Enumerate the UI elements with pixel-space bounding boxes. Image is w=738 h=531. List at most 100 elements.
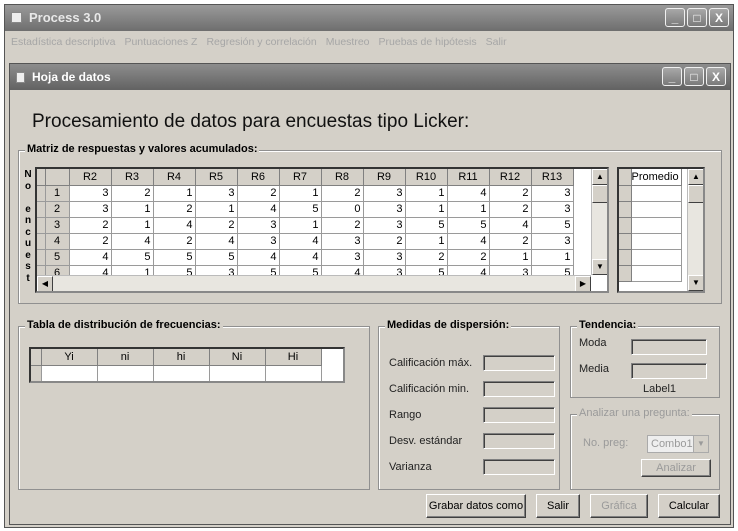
row-selector[interactable]: [37, 201, 46, 218]
analyze-button[interactable]: Analizar: [641, 459, 711, 477]
matrix-cell[interactable]: 1: [447, 201, 490, 218]
matrix-cell[interactable]: 2: [321, 185, 364, 202]
matrix-cell[interactable]: 4: [447, 233, 490, 250]
matrix-cell[interactable]: 5: [531, 217, 574, 234]
matrix-cell[interactable]: 4: [69, 249, 112, 266]
matrix-cell[interactable]: 2: [153, 201, 196, 218]
moda-field[interactable]: [631, 339, 707, 355]
variance-field[interactable]: [483, 459, 555, 475]
response-matrix-grid[interactable]: R2 R3 R4 R5 R6 R7 R8 R9 R10 R11 R12 R13: [35, 167, 609, 293]
matrix-cell[interactable]: 3: [321, 249, 364, 266]
menu-item-salir[interactable]: Salir: [486, 36, 507, 48]
matrix-cell[interactable]: 3: [363, 217, 406, 234]
column-header[interactable]: R11: [447, 169, 490, 186]
average-grid[interactable]: Promedio ▲ ▼: [617, 167, 705, 293]
matrix-cell[interactable]: 4: [447, 185, 490, 202]
chevron-down-icon[interactable]: ▼: [693, 436, 708, 452]
matrix-cell[interactable]: 1: [195, 201, 238, 218]
row-number[interactable]: 1: [45, 185, 70, 202]
matrix-cell[interactable]: 5: [195, 249, 238, 266]
average-row-selector[interactable]: [619, 217, 632, 234]
matrix-cell[interactable]: 4: [111, 233, 154, 250]
matrix-cell[interactable]: 3: [321, 233, 364, 250]
row-selector[interactable]: [37, 249, 46, 266]
matrix-cell[interactable]: 4: [279, 233, 322, 250]
column-header[interactable]: R10: [405, 169, 448, 186]
max-score-field[interactable]: [483, 355, 555, 371]
average-vertical-scrollbar[interactable]: ▲ ▼: [687, 169, 703, 291]
matrix-cell[interactable]: 4: [153, 217, 196, 234]
menu-item-regresion[interactable]: Regresión y correlación: [206, 36, 316, 48]
menu-item-pruebas[interactable]: Pruebas de hipótesis: [379, 36, 477, 48]
column-header[interactable]: R9: [363, 169, 406, 186]
matrix-cell[interactable]: 1: [279, 185, 322, 202]
matrix-cell[interactable]: 2: [69, 233, 112, 250]
matrix-cell[interactable]: 5: [279, 201, 322, 218]
frequency-table[interactable]: Yi ni hi Ni Hi: [29, 347, 345, 383]
matrix-cell[interactable]: 3: [237, 233, 280, 250]
child-minimize-button[interactable]: _: [662, 67, 682, 86]
matrix-cell[interactable]: 1: [405, 233, 448, 250]
matrix-cell[interactable]: 5: [153, 249, 196, 266]
matrix-cell[interactable]: 1: [111, 201, 154, 218]
scroll-left-icon[interactable]: ◀: [37, 276, 53, 291]
row-selector[interactable]: [37, 217, 46, 234]
column-header[interactable]: R2: [69, 169, 112, 186]
exit-button[interactable]: Salir: [536, 494, 580, 518]
average-row-selector[interactable]: [619, 201, 632, 218]
column-header[interactable]: R4: [153, 169, 196, 186]
matrix-cell[interactable]: 2: [489, 233, 532, 250]
average-cell[interactable]: [631, 185, 682, 202]
matrix-cell[interactable]: 2: [111, 185, 154, 202]
average-scroll-down-icon[interactable]: ▼: [688, 275, 703, 291]
row-number[interactable]: 3: [45, 217, 70, 234]
matrix-cell[interactable]: 3: [531, 185, 574, 202]
average-row-selector[interactable]: [619, 265, 632, 282]
save-data-button[interactable]: Grabar datos como: [426, 494, 526, 518]
average-cell[interactable]: [631, 233, 682, 250]
matrix-cell[interactable]: 2: [489, 185, 532, 202]
matrix-cell[interactable]: 1: [489, 249, 532, 266]
scroll-up-icon[interactable]: ▲: [592, 169, 607, 185]
matrix-cell[interactable]: 3: [363, 185, 406, 202]
media-field[interactable]: [631, 363, 707, 379]
matrix-cell[interactable]: 2: [153, 233, 196, 250]
maximize-button[interactable]: □: [687, 8, 707, 27]
matrix-cell[interactable]: 1: [531, 249, 574, 266]
matrix-horizontal-scrollbar[interactable]: ◀ ▶: [37, 275, 591, 291]
child-maximize-button[interactable]: □: [684, 67, 704, 86]
average-cell[interactable]: [631, 201, 682, 218]
average-column-header[interactable]: Promedio: [631, 169, 682, 186]
average-scroll-thumb[interactable]: [688, 185, 703, 203]
column-header[interactable]: R6: [237, 169, 280, 186]
frequency-cell[interactable]: [209, 365, 266, 381]
range-field[interactable]: [483, 407, 555, 423]
matrix-cell[interactable]: 3: [195, 185, 238, 202]
chart-button[interactable]: Gráfica: [590, 494, 648, 518]
matrix-cell[interactable]: 4: [489, 217, 532, 234]
column-header[interactable]: R7: [279, 169, 322, 186]
scroll-down-icon[interactable]: ▼: [592, 259, 607, 275]
menu-item-estadistica[interactable]: Estadística descriptiva: [11, 36, 115, 48]
matrix-cell[interactable]: 1: [153, 185, 196, 202]
row-selector[interactable]: [37, 233, 46, 250]
matrix-cell[interactable]: 2: [321, 217, 364, 234]
matrix-cell[interactable]: 2: [363, 233, 406, 250]
matrix-cell[interactable]: 0: [321, 201, 364, 218]
matrix-cell[interactable]: 1: [279, 217, 322, 234]
average-row-selector[interactable]: [619, 233, 632, 250]
average-cell[interactable]: [631, 217, 682, 234]
row-number[interactable]: 2: [45, 201, 70, 218]
menu-item-muestreo[interactable]: Muestreo: [326, 36, 370, 48]
matrix-cell[interactable]: 5: [447, 217, 490, 234]
frequency-column-header[interactable]: hi: [153, 349, 210, 366]
average-scroll-up-icon[interactable]: ▲: [688, 169, 703, 185]
matrix-cell[interactable]: 4: [279, 249, 322, 266]
minimize-button[interactable]: _: [665, 8, 685, 27]
matrix-cell[interactable]: 4: [237, 201, 280, 218]
average-cell[interactable]: [631, 265, 682, 282]
menu-item-puntuaciones[interactable]: Puntuaciones Z: [124, 36, 197, 48]
frequency-column-header[interactable]: Ni: [209, 349, 266, 366]
average-row-selector[interactable]: [619, 249, 632, 266]
frequency-cell[interactable]: [97, 365, 154, 381]
